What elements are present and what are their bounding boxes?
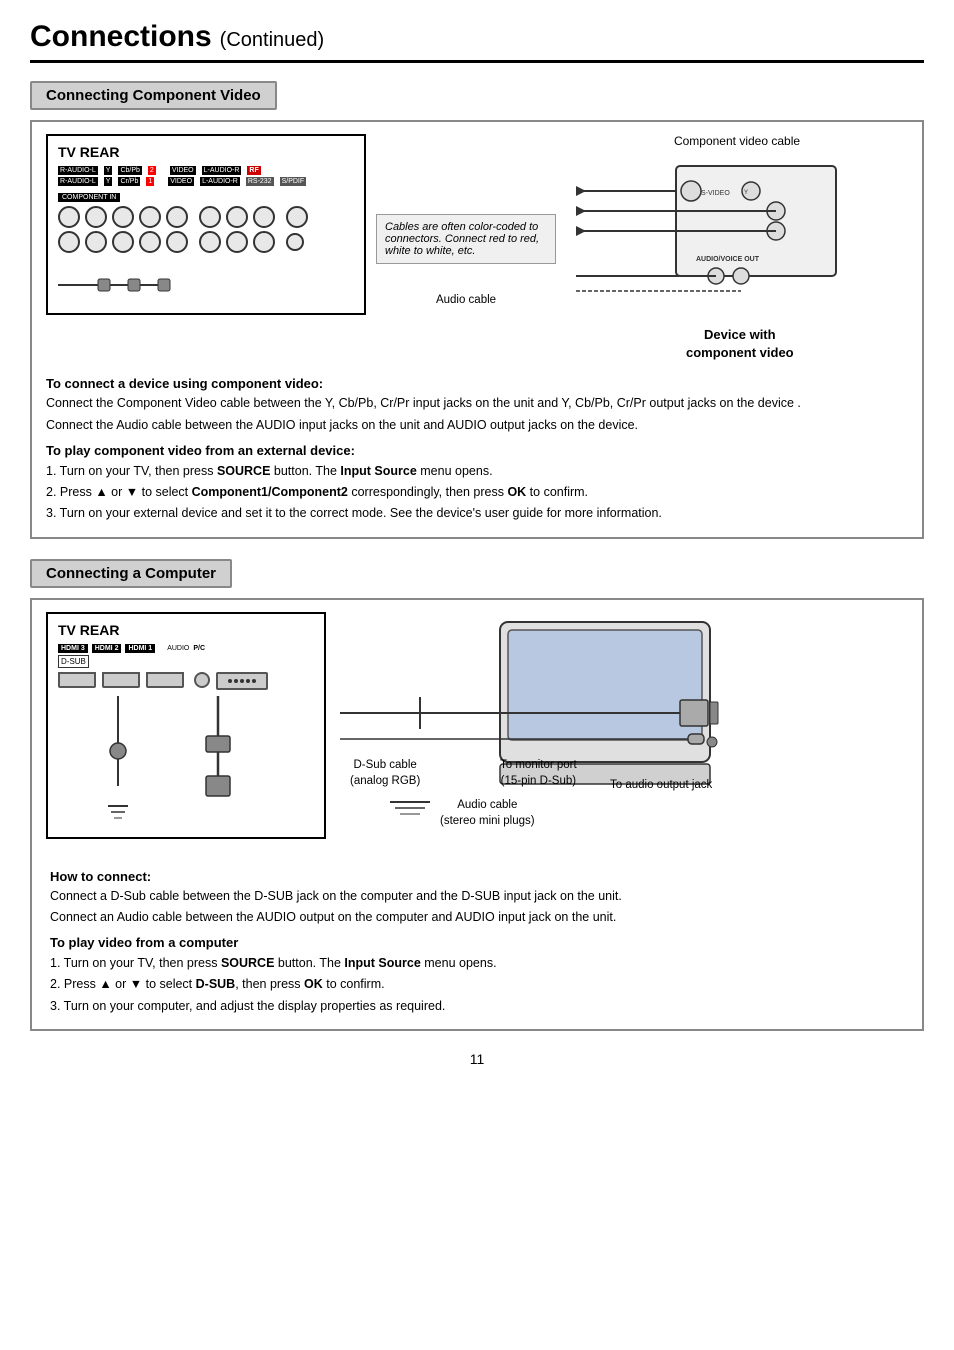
section-header-computer: Connecting a Computer: [30, 559, 232, 588]
section-box-computer: TV REAR HDMI 3 HDMI 2 HDMI 1 AUDIO P/C D…: [30, 598, 924, 1031]
connector-row-1: [58, 206, 354, 228]
tv-rear-box-component: TV REAR R-AUDIO-L Y Cb/Pb 2 VIDEO L-AUDI…: [46, 134, 366, 315]
list-item: 2. Press ▲ or ▼ to select Component1/Com…: [46, 482, 908, 503]
instruction2-heading-computer: To play video from a computer: [50, 935, 908, 950]
instruction2-list-component: 1. Turn on your TV, then press SOURCE bu…: [46, 461, 908, 525]
computer-diagram-area: TV REAR HDMI 3 HDMI 2 HDMI 1 AUDIO P/C D…: [46, 612, 908, 855]
component-video-cable-label: Component video cable: [674, 134, 800, 148]
connector-row-2: [58, 231, 354, 253]
list-item: 3. Turn on your computer, and adjust the…: [50, 996, 908, 1017]
section-computer: Connecting a Computer TV REAR HDMI 3 HDM…: [30, 559, 924, 1031]
svg-text:S-VIDEO: S-VIDEO: [701, 190, 730, 197]
instruction1-text2-computer: Connect an Audio cable between the AUDIO…: [50, 908, 908, 927]
section-box-component: TV REAR R-AUDIO-L Y Cb/Pb 2 VIDEO L-AUDI…: [30, 120, 924, 539]
device-label-component: Device withcomponent video: [686, 326, 794, 362]
tv-rear-label-component: TV REAR: [58, 144, 354, 160]
page-title: Connections (Continued): [30, 20, 924, 63]
instruction1-text1-computer: Connect a D-Sub cable between the D-SUB …: [50, 887, 908, 906]
computer-right-area: D-Sub cable (analog RGB) To monitor port…: [340, 612, 908, 855]
page-number: 11: [30, 1051, 924, 1067]
tv-rear-label-computer: TV REAR: [58, 622, 314, 638]
tv-rear-box-computer: TV REAR HDMI 3 HDMI 2 HDMI 1 AUDIO P/C D…: [46, 612, 326, 839]
list-item: 1. Turn on your TV, then press SOURCE bu…: [50, 953, 908, 974]
instruction1-text1-component: Connect the Component Video cable betwee…: [46, 394, 908, 413]
middle-area-component: Cables are often color-coded to connecto…: [376, 134, 556, 306]
component-diagram-area: TV REAR R-AUDIO-L Y Cb/Pb 2 VIDEO L-AUDI…: [46, 134, 908, 362]
list-item: 1. Turn on your TV, then press SOURCE bu…: [46, 461, 908, 482]
cable-note: Cables are often color-coded to connecto…: [376, 214, 556, 264]
instruction1-heading-computer: How to connect:: [50, 869, 908, 884]
monitor-port-label: To monitor port (15-pin D-Sub): [500, 757, 577, 789]
svg-text:Y: Y: [744, 190, 748, 196]
audio-cable-label-computer: Audio cable (stereo mini plugs): [440, 797, 535, 829]
instruction1-text2-component: Connect the Audio cable between the AUDI…: [46, 416, 908, 435]
instruction2-list-computer: 1. Turn on your TV, then press SOURCE bu…: [50, 953, 908, 1017]
cable-plugs-svg: [58, 265, 188, 305]
list-item: 2. Press ▲ or ▼ to select D-SUB, then pr…: [50, 974, 908, 995]
dsub-cable-label: D-Sub cable (analog RGB): [350, 757, 420, 789]
section-component-video: Connecting Component Video TV REAR R-AUD…: [30, 81, 924, 539]
audio-cable-label-component: Audio cable: [436, 294, 496, 306]
section-header-component: Connecting Component Video: [30, 81, 277, 110]
instruction1-heading-component: To connect a device using component vide…: [46, 376, 908, 391]
list-item: 3. Turn on your external device and set …: [46, 503, 908, 524]
instruction2-heading-component: To play component video from an external…: [46, 443, 908, 458]
device-area-component: Component video cable S-VIDEO Y: [566, 134, 908, 362]
computer-cable-svg: [58, 696, 278, 826]
svg-text:AUDIO/VOICE OUT: AUDIO/VOICE OUT: [696, 256, 760, 263]
audio-output-label: To audio output jack: [610, 777, 712, 793]
